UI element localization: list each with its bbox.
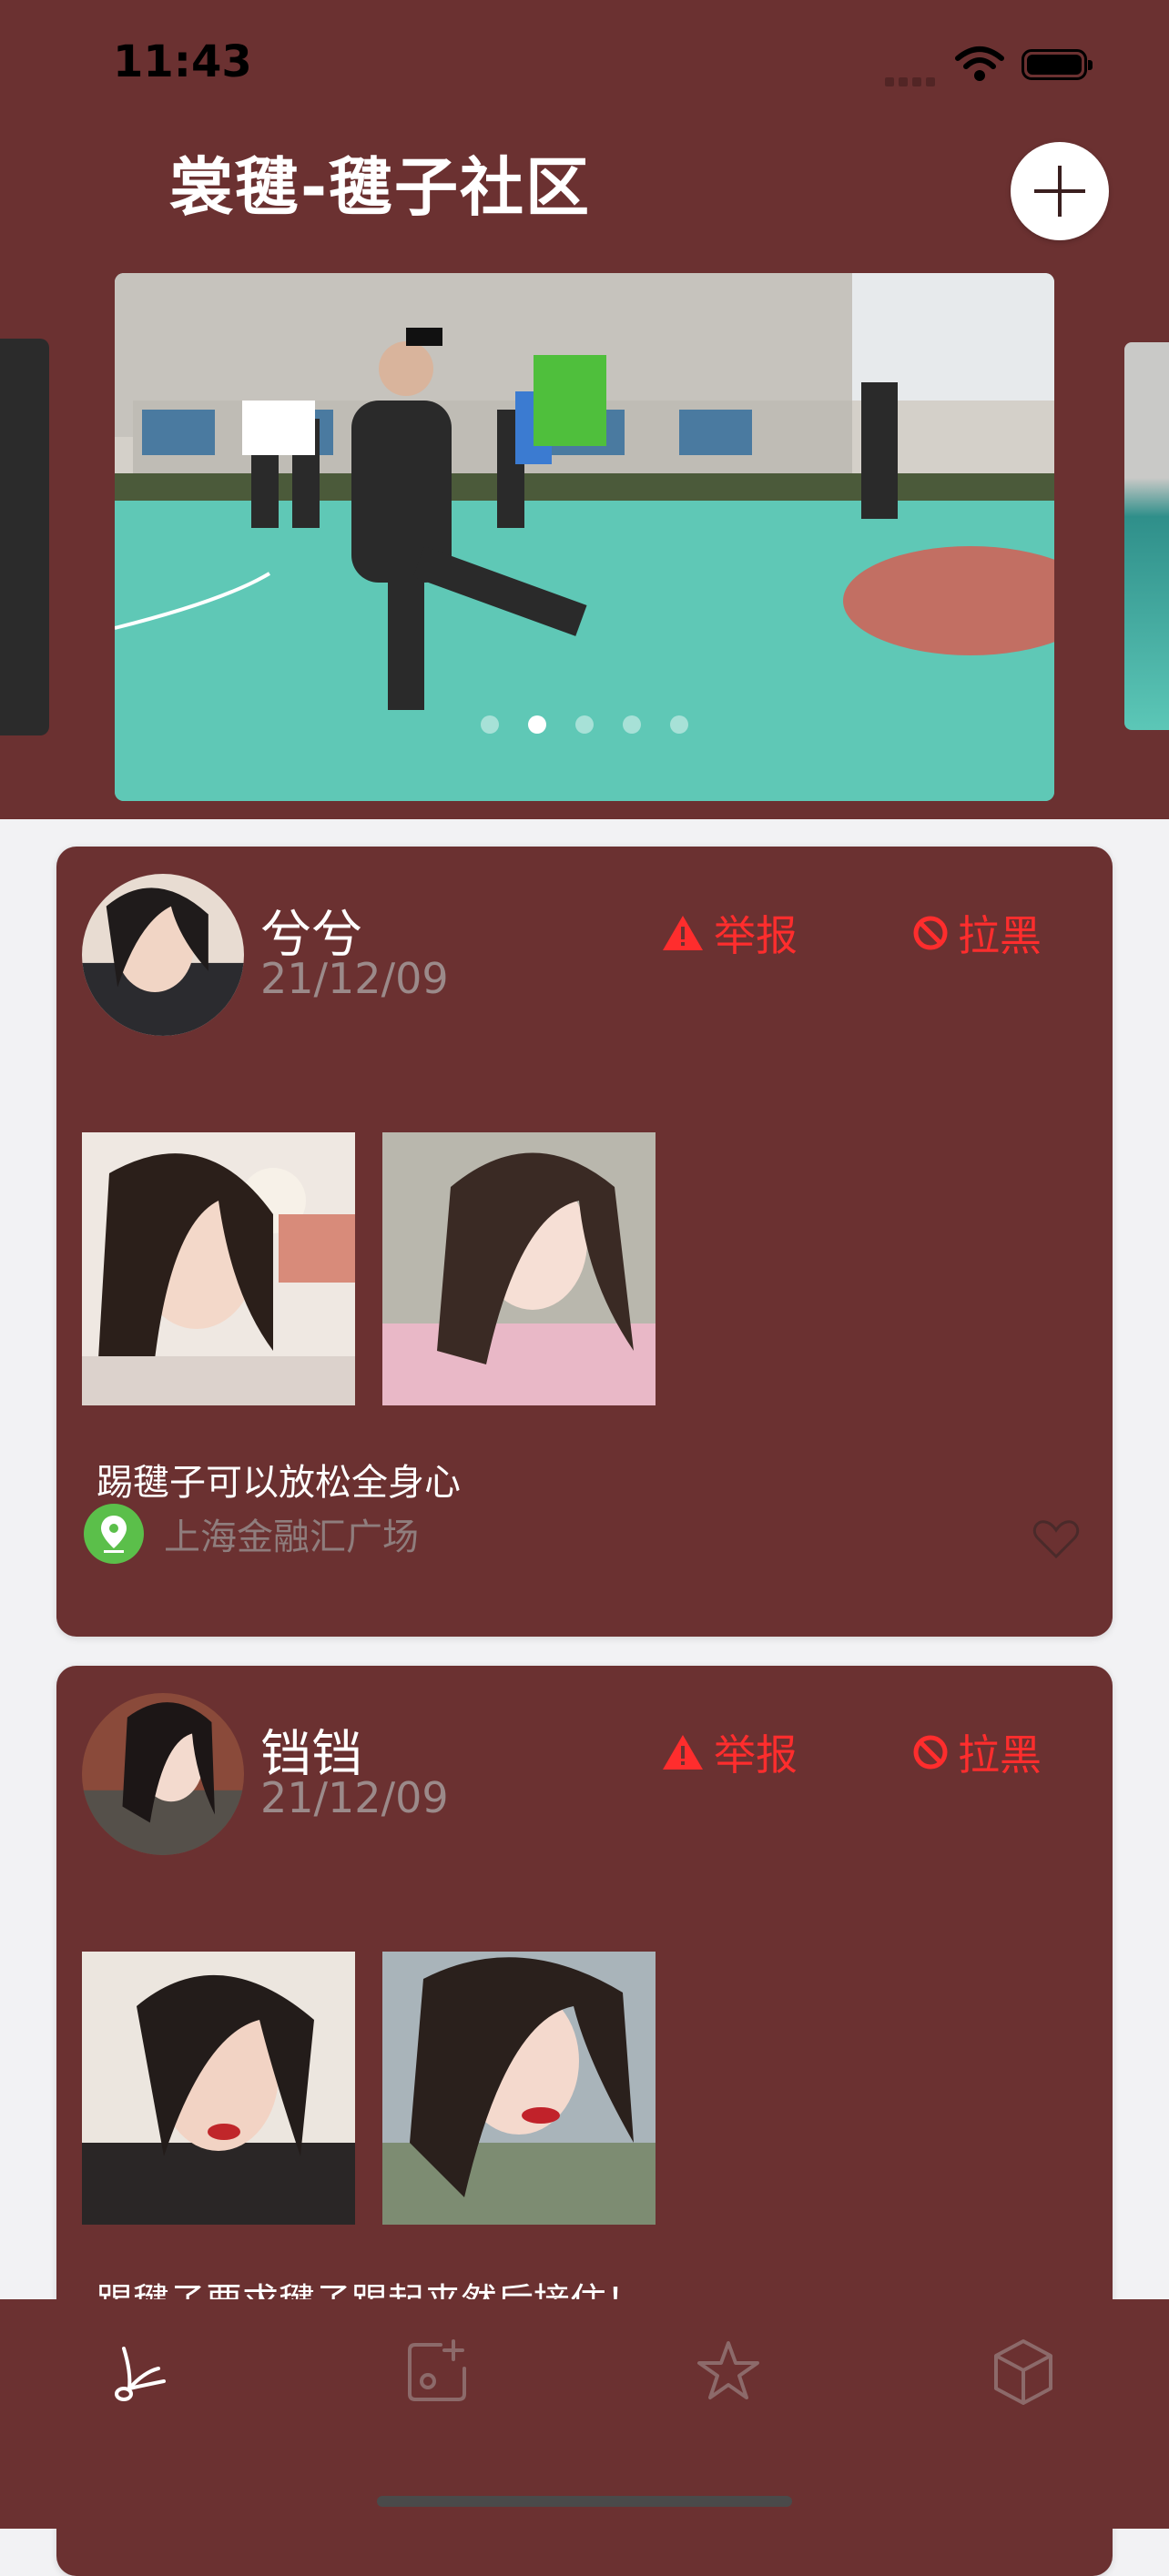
location-pin-icon: [84, 1504, 144, 1564]
block-icon: [913, 1735, 948, 1770]
tab-publish[interactable]: [401, 2336, 473, 2409]
avatar[interactable]: [82, 1693, 244, 1855]
report-button[interactable]: 举报: [661, 903, 798, 963]
warning-icon: [663, 1735, 703, 1770]
page-dot[interactable]: [623, 715, 641, 734]
block-label: 拉黑: [958, 911, 1042, 960]
block-label: 拉黑: [958, 1730, 1042, 1780]
post-date: 21/12/09: [260, 1773, 449, 1822]
page-dot[interactable]: [481, 715, 499, 734]
post-text: 踢毽子可以放松全身心: [97, 1462, 461, 1504]
star-icon: [697, 2341, 759, 2399]
cellular-signal-icon: [885, 73, 940, 90]
report-label: 举报: [714, 911, 798, 960]
home-indicator[interactable]: [377, 2496, 792, 2507]
tab-bar: [0, 2299, 1169, 2529]
post-image[interactable]: [382, 1132, 656, 1405]
tab-favorites[interactable]: [692, 2336, 765, 2409]
status-bar: 11:43: [0, 0, 1169, 127]
battery-icon: [1022, 49, 1093, 80]
banner-next-slide[interactable]: [1124, 342, 1169, 730]
page-dot[interactable]: [575, 715, 594, 734]
cube-icon: [994, 2339, 1052, 2405]
shuttlecock-icon: [115, 2347, 166, 2401]
post-image[interactable]: [382, 1952, 656, 2225]
banner-carousel[interactable]: [115, 273, 1054, 801]
avatar[interactable]: [82, 874, 244, 1036]
banner-prev-slide[interactable]: [0, 339, 49, 735]
add-post-button[interactable]: [1011, 142, 1109, 240]
tab-profile[interactable]: [987, 2336, 1060, 2409]
add-photo-icon: [408, 2339, 466, 2401]
page-dot[interactable]: [670, 715, 688, 734]
page-dot-active[interactable]: [528, 715, 546, 734]
wifi-icon: [954, 46, 1005, 86]
tab-home[interactable]: [109, 2336, 182, 2409]
block-button[interactable]: 拉黑: [912, 903, 1042, 963]
banner-page-indicator[interactable]: [115, 715, 1054, 737]
post-image[interactable]: [82, 1132, 355, 1405]
status-time: 11:43: [113, 36, 252, 87]
warning-icon: [663, 916, 703, 950]
location-text: 上海金融汇广场: [164, 1516, 419, 1558]
report-button[interactable]: 举报: [661, 1722, 798, 1782]
block-button[interactable]: 拉黑: [912, 1722, 1042, 1782]
post-card[interactable]: 兮兮 21/12/09 举报 拉黑 踢毽子可以放松全身心 上海金融汇广场: [56, 847, 1113, 1637]
report-label: 举报: [714, 1730, 798, 1780]
location-row[interactable]: 上海金融汇广场: [84, 1504, 419, 1564]
post-date: 21/12/09: [260, 954, 449, 1003]
page-title: 裳毽-毽子社区: [169, 150, 592, 225]
heart-icon[interactable]: [1032, 1518, 1080, 1564]
block-icon: [913, 916, 948, 950]
post-image[interactable]: [82, 1952, 355, 2225]
